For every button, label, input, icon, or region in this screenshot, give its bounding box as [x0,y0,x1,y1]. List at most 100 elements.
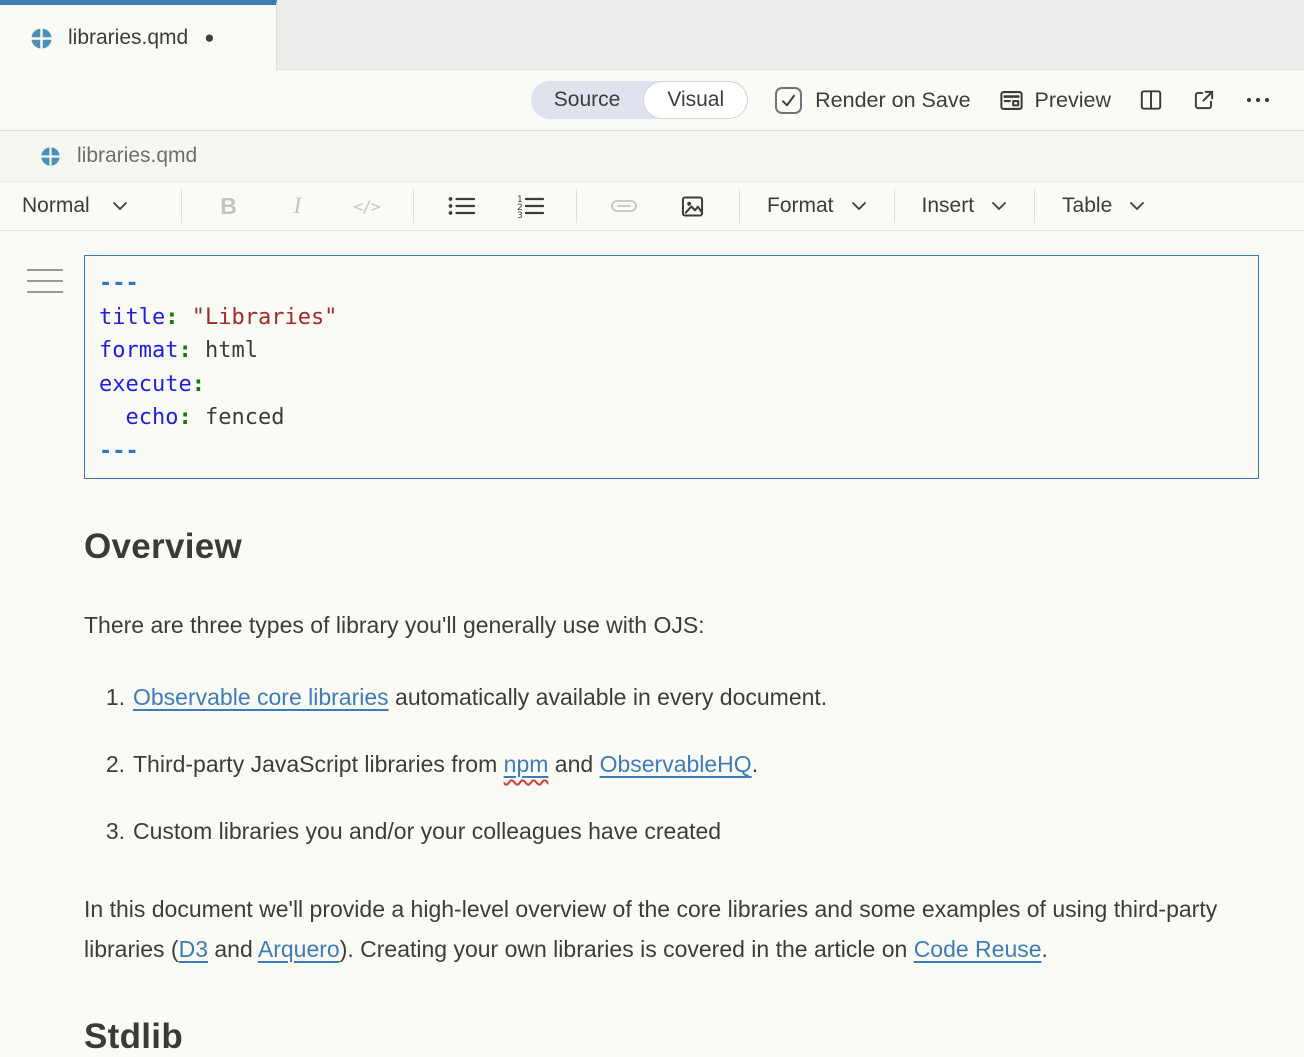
yaml-front-matter-block[interactable]: ---title: "Libraries"format: htmlexecute… [84,255,1259,479]
preview-icon [998,87,1025,114]
section-heading: Stdlib [84,1017,1304,1057]
open-external-icon [1191,87,1217,113]
insert-menu[interactable]: Insert [895,194,1035,218]
list-item-text: Third-party JavaScript libraries from np… [133,744,758,784]
yaml-token: : [192,372,205,397]
quarto-icon [40,146,61,167]
yaml-line: --- [99,435,1244,469]
link[interactable]: D3 [179,936,208,962]
list-number: 2. [84,744,125,784]
link[interactable]: Code Reuse [914,936,1042,962]
format-menu[interactable]: Format [740,194,894,218]
block-drag-handle-icon[interactable] [27,269,63,302]
ordered-list: 1.Observable core libraries automaticall… [84,677,1304,851]
list-item: 3. Custom libraries you and/or your colle… [84,811,1229,851]
list-item-text: Observable core libraries automatically … [133,677,827,717]
breadcrumb-file: libraries.qmd [77,144,197,168]
render-on-save-label: Render on Save [815,88,970,113]
text-run: automatically available in every documen… [389,684,828,710]
render-on-save-checkbox[interactable] [775,87,802,114]
tab-libraries-qmd[interactable]: libraries.qmd ● [0,0,277,71]
render-on-save-control[interactable]: Render on Save [775,87,970,114]
more-actions-button[interactable] [1244,87,1272,113]
list-item: 2.Third-party JavaScript libraries from … [84,744,1229,784]
document-body: Overview There are three types of library… [84,527,1304,1057]
toolbar-separator [576,189,577,223]
yaml-line: execute: [99,368,1244,402]
text-run: and [208,936,258,962]
bold-button[interactable]: B [194,193,263,220]
tab-title: libraries.qmd [68,26,188,50]
yaml-token: --- [99,439,139,464]
numbered-list-button[interactable]: 1 2 3 [495,193,564,219]
misspelled-word: npm [504,751,549,777]
yaml-token: html [205,338,258,363]
yaml-token: --- [99,271,139,296]
modified-dot-icon: ● [204,28,214,48]
toolbar-separator [413,189,414,223]
yaml-token [178,305,191,330]
paragraph-style-dropdown[interactable]: Normal [22,194,147,218]
yaml-token [99,405,126,430]
italic-button[interactable]: I [263,193,332,220]
yaml-token: fenced [205,405,284,430]
yaml-token [192,338,205,363]
text-run: There are three types of library you'll … [84,612,705,638]
yaml-token: : [178,405,191,430]
yaml-line: echo: fenced [99,401,1244,435]
yaml-token: title [99,305,165,330]
list-number: 3. [84,811,125,851]
ellipsis-icon [1244,87,1272,113]
yaml-token: execute [99,372,192,397]
open-external-button[interactable] [1191,87,1217,113]
visual-mode-button[interactable]: Visual [643,81,748,119]
link[interactable]: Arquero [258,936,340,962]
source-mode-button[interactable]: Source [531,81,644,119]
editor-toolbar: Source Visual Render on Save Preview [0,70,1304,131]
paragraph-style-label: Normal [22,194,90,218]
split-editor-button[interactable] [1138,87,1164,113]
toolbar-separator [181,189,182,223]
preview-button[interactable]: Preview [998,87,1111,114]
list-number: 1. [84,677,125,717]
yaml-token: "Libraries" [192,305,338,330]
paragraph: There are three types of library you'll … [84,605,1229,645]
yaml-token: echo [126,405,179,430]
yaml-line: title: "Libraries" [99,301,1244,335]
image-button[interactable] [658,193,727,220]
section-heading: Overview [84,527,1304,567]
yaml-token [192,405,205,430]
code-button[interactable]: </> [332,193,401,220]
format-menu-label: Format [767,194,834,218]
text-run: and [548,751,599,777]
link[interactable]: Observable core libraries [133,684,389,710]
link-button[interactable] [589,193,658,220]
editor-content[interactable]: ---title: "Libraries"format: htmlexecute… [0,231,1304,1057]
insert-menu-label: Insert [922,194,975,218]
breadcrumb[interactable]: libraries.qmd [0,131,1304,182]
tab-strip: libraries.qmd ● [0,0,1304,70]
text-run: Third-party JavaScript libraries from [133,751,504,777]
svg-text:3: 3 [517,211,523,219]
text-run: ). Creating your own libraries is covere… [340,936,914,962]
text-run: . [1042,936,1048,962]
list-item-text: Custom libraries you and/or your colleag… [133,811,721,851]
source-visual-toggle: Source Visual [531,81,748,119]
preview-label: Preview [1035,88,1111,113]
text-run: Custom libraries you and/or your colleag… [133,818,721,844]
bullet-list-button[interactable] [426,193,495,219]
quarto-icon [30,27,53,50]
link[interactable]: ObservableHQ [600,751,752,777]
text-run: . [752,751,758,777]
table-menu-label: Table [1062,194,1112,218]
paragraph: In this document we'll provide a high-le… [84,889,1229,969]
yaml-line: format: html [99,334,1244,368]
yaml-token: : [178,338,191,363]
link[interactable]: npm [504,751,549,777]
yaml-line: --- [99,267,1244,301]
formatting-toolbar: Normal B I </> 1 2 3 [0,182,1304,231]
split-editor-icon [1138,87,1164,113]
yaml-token: : [165,305,178,330]
table-menu[interactable]: Table [1035,194,1172,218]
yaml-token: format [99,338,178,363]
